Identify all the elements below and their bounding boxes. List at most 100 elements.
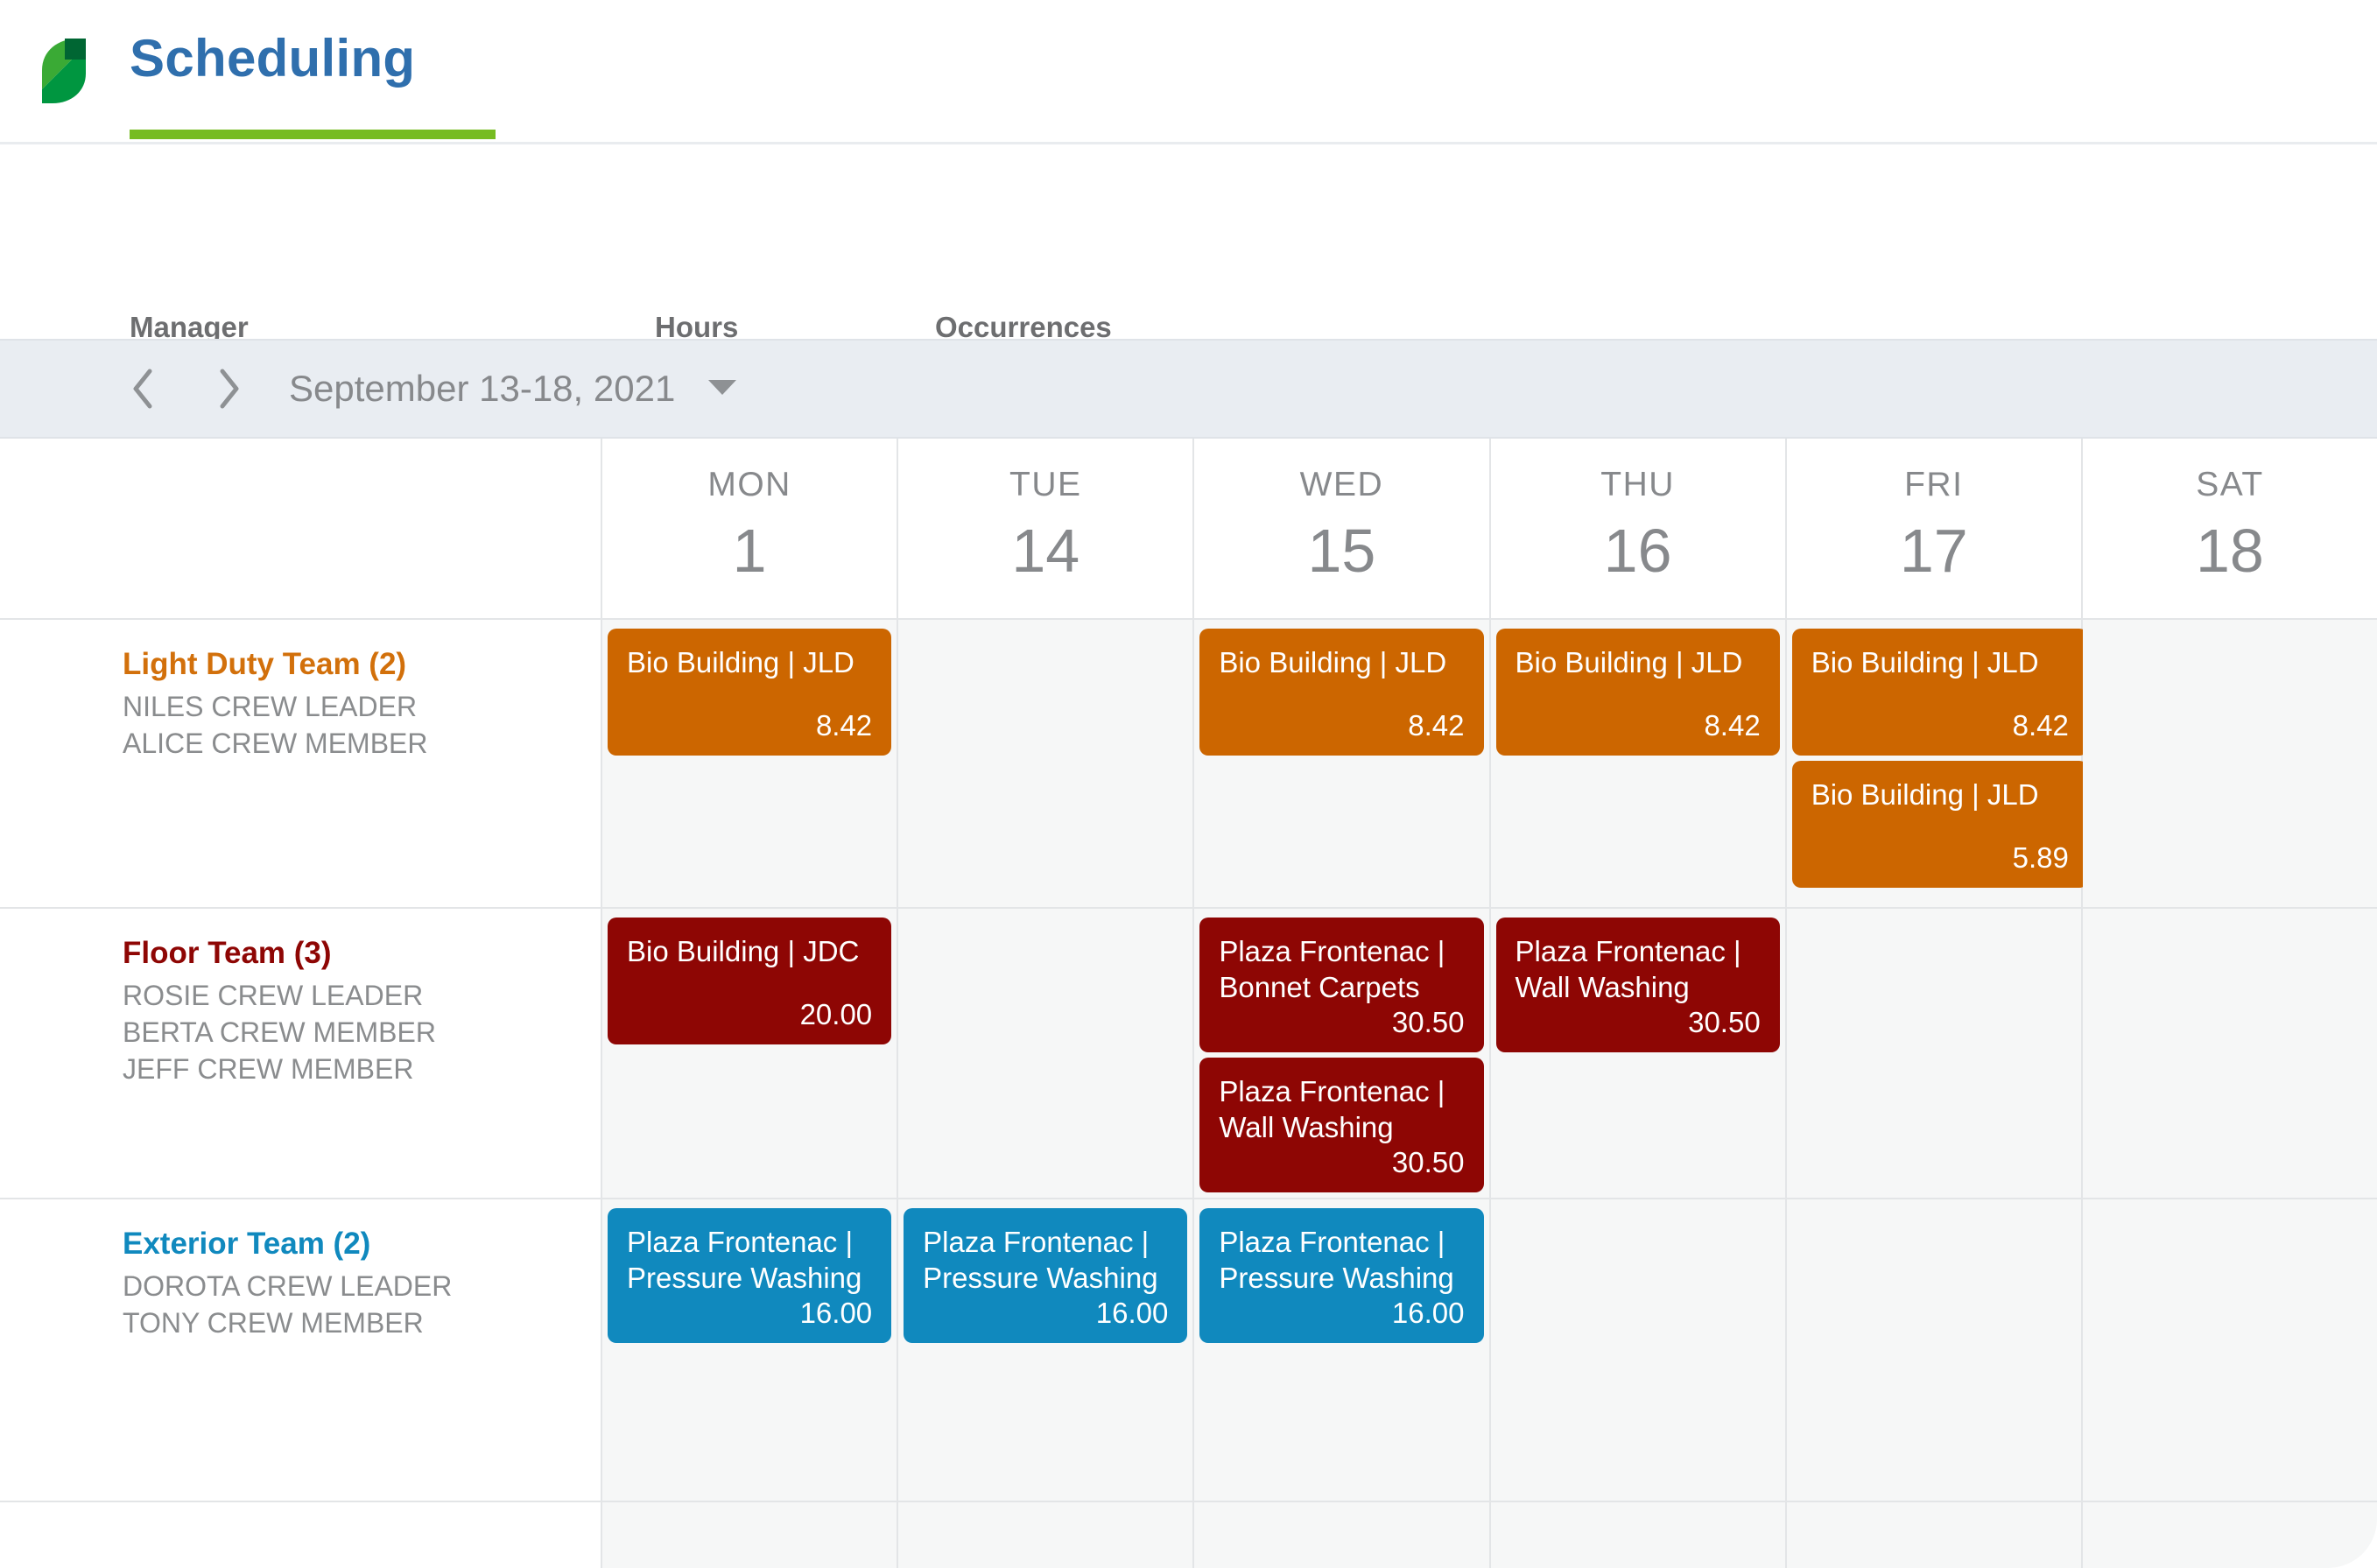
schedule-cell[interactable] bbox=[2082, 1199, 2377, 1501]
day-of-month: 1 bbox=[732, 517, 767, 585]
day-of-week: TUE bbox=[1009, 466, 1082, 503]
empty-team-cell bbox=[0, 1502, 602, 1568]
schedule-cell[interactable]: Plaza Frontenac | Pressure Washing 16.00 bbox=[898, 1199, 1195, 1501]
team-member: DOROTA CREW LEADER bbox=[123, 1270, 453, 1302]
schedule-cell[interactable]: Bio Building | JDC 20.00 bbox=[602, 909, 899, 1198]
schedule-event-card[interactable]: Plaza Frontenac | Pressure Washing 16.00 bbox=[608, 1208, 892, 1343]
schedule-cell[interactable] bbox=[898, 909, 1195, 1198]
schedule-event-card[interactable]: Bio Building | JLD 5.89 bbox=[1791, 761, 2088, 888]
day-header-thu: THU 16 bbox=[1490, 439, 1787, 618]
schedule-event-card[interactable]: Bio Building | JLD 8.42 bbox=[1199, 629, 1484, 756]
team-name[interactable]: Light Duty Team (2) bbox=[123, 644, 601, 685]
empty-day-cell[interactable] bbox=[1786, 1502, 2083, 1568]
event-hours: 20.00 bbox=[799, 998, 873, 1030]
event-title: Bio Building | JDC bbox=[627, 935, 860, 967]
event-title: Bio Building | JLD bbox=[1515, 646, 1743, 679]
event-title: Bio Building | JLD bbox=[1219, 646, 1447, 679]
team-info-cell: Floor Team (3) ROSIE CREW LEADER BERTA CRE… bbox=[0, 909, 602, 1198]
empty-day-cell[interactable] bbox=[602, 1502, 899, 1568]
day-of-week: FRI bbox=[1904, 466, 1964, 503]
team-name[interactable]: Exterior Team (2) bbox=[123, 1224, 601, 1264]
event-title: Plaza Frontenac | Wall Washing bbox=[1515, 935, 1741, 1003]
app-title-text: Scheduling bbox=[130, 29, 416, 88]
schedule-grid: MON 1 TUE 14 WED 15 THU 16 FRI 17 SAT 18 bbox=[0, 439, 2377, 1568]
event-hours: 8.42 bbox=[1408, 709, 1465, 742]
empty-day-cell[interactable] bbox=[2082, 1502, 2377, 1568]
schedule-cell[interactable]: Plaza Frontenac | Wall Washing 30.50 bbox=[1490, 909, 1787, 1198]
team-member: TONY CREW MEMBER bbox=[123, 1307, 424, 1339]
day-of-month: 16 bbox=[1603, 517, 1672, 585]
event-title: Plaza Frontenac | Pressure Washing bbox=[1219, 1226, 1454, 1294]
app-header: Scheduling bbox=[0, 0, 2377, 144]
event-hours: 30.50 bbox=[1391, 1146, 1465, 1178]
schedule-cell[interactable]: Bio Building | JLD 8.42 bbox=[1194, 620, 1491, 907]
day-of-week: THU bbox=[1600, 466, 1675, 503]
schedule-event-card[interactable]: Plaza Frontenac | Pressure Washing 16.00 bbox=[1199, 1208, 1484, 1343]
event-title: Bio Building | JLD bbox=[1811, 778, 2039, 811]
grid-corner-cell bbox=[0, 439, 602, 618]
event-hours: 30.50 bbox=[1688, 1006, 1761, 1038]
event-hours: 8.42 bbox=[815, 709, 873, 742]
empty-trailing-row bbox=[0, 1502, 2377, 1568]
event-title: Plaza Frontenac | Pressure Washing bbox=[923, 1226, 1158, 1294]
schedule-cell[interactable]: Bio Building | JLD 8.42 bbox=[1490, 620, 1787, 907]
schedule-cell[interactable] bbox=[1786, 1199, 2083, 1501]
event-title: Bio Building | JLD bbox=[1811, 646, 2039, 679]
date-range-label[interactable]: September 13-18, 2021 bbox=[289, 368, 675, 410]
schedule-cell[interactable]: Plaza Frontenac | Pressure Washing 16.00 bbox=[602, 1199, 899, 1501]
triangle-down-icon[interactable] bbox=[707, 377, 738, 401]
active-tab-underline bbox=[130, 130, 496, 139]
event-hours: 8.42 bbox=[1704, 709, 1761, 742]
event-hours: 5.89 bbox=[2012, 841, 2069, 874]
chevron-right-icon[interactable] bbox=[203, 363, 254, 414]
event-title: Bio Building | JLD bbox=[627, 646, 854, 679]
day-header-row: MON 1 TUE 14 WED 15 THU 16 FRI 17 SAT 18 bbox=[0, 439, 2377, 620]
empty-day-cell[interactable] bbox=[898, 1502, 1195, 1568]
schedule-event-card[interactable]: Bio Building | JLD 8.42 bbox=[1495, 629, 1780, 756]
day-header-wed: WED 15 bbox=[1194, 439, 1491, 618]
event-hours: 16.00 bbox=[1095, 1297, 1169, 1329]
day-header-tue: TUE 14 bbox=[898, 439, 1195, 618]
day-of-month: 15 bbox=[1307, 517, 1376, 585]
schedule-cell[interactable]: Plaza Frontenac | Bonnet Carpets 30.50 Pla… bbox=[1194, 909, 1491, 1198]
schedule-cell[interactable] bbox=[2082, 620, 2377, 907]
schedule-event-card[interactable]: Plaza Frontenac | Wall Washing 30.50 bbox=[1495, 918, 1780, 1052]
event-hours: 16.00 bbox=[799, 1297, 873, 1329]
day-header-fri: FRI 17 bbox=[1786, 439, 2083, 618]
schedule-cell[interactable]: Bio Building | JLD 8.42 bbox=[602, 620, 899, 907]
event-hours: 30.50 bbox=[1391, 1006, 1465, 1038]
schedule-cell[interactable] bbox=[2082, 909, 2377, 1198]
page-title: Scheduling bbox=[130, 26, 415, 91]
day-of-week: MON bbox=[707, 466, 791, 503]
chevron-left-icon[interactable] bbox=[117, 363, 168, 414]
schedule-event-card[interactable]: Bio Building | JDC 20.00 bbox=[608, 918, 892, 1044]
scheduling-window: Scheduling Manager Jane Ops Manager Hour… bbox=[0, 0, 2377, 1568]
schedule-event-card[interactable]: Bio Building | JLD 8.42 bbox=[1791, 629, 2088, 756]
team-name[interactable]: Floor Team (3) bbox=[123, 933, 601, 974]
schedule-cell[interactable] bbox=[898, 620, 1195, 907]
team-member: JEFF CREW MEMBER bbox=[123, 1053, 414, 1085]
schedule-cell[interactable] bbox=[1490, 1199, 1787, 1501]
event-hours: 8.42 bbox=[2012, 709, 2069, 742]
schedule-event-card[interactable]: Plaza Frontenac | Wall Washing 30.50 bbox=[1199, 1058, 1484, 1192]
day-of-week: WED bbox=[1299, 466, 1384, 503]
schedule-cell[interactable]: Bio Building | JLD 8.42 Bio Building | JLD… bbox=[1786, 620, 2088, 907]
event-title: Plaza Frontenac | Wall Washing bbox=[1219, 1075, 1445, 1143]
day-of-month: 14 bbox=[1011, 517, 1080, 585]
event-title: Plaza Frontenac | Bonnet Carpets bbox=[1219, 935, 1445, 1003]
schedule-event-card[interactable]: Bio Building | JLD 8.42 bbox=[608, 629, 892, 756]
schedule-cell[interactable] bbox=[1786, 909, 2083, 1198]
team-row: Floor Team (3) ROSIE CREW LEADER BERTA CRE… bbox=[0, 909, 2377, 1199]
empty-day-cell[interactable] bbox=[1194, 1502, 1491, 1568]
empty-day-cell[interactable] bbox=[1490, 1502, 1787, 1568]
team-member: NILES CREW LEADER bbox=[123, 691, 418, 722]
schedule-cell[interactable]: Plaza Frontenac | Pressure Washing 16.00 bbox=[1194, 1199, 1491, 1501]
filter-bar: Manager Jane Ops Manager Hours Man Occur… bbox=[0, 144, 2377, 433]
event-title: Plaza Frontenac | Pressure Washing bbox=[627, 1226, 862, 1294]
team-member: BERTA CREW MEMBER bbox=[123, 1016, 436, 1048]
team-info-cell: Exterior Team (2) DOROTA CREW LEADER TONY … bbox=[0, 1199, 602, 1501]
schedule-event-card[interactable]: Plaza Frontenac | Pressure Washing 16.00 bbox=[904, 1208, 1188, 1343]
team-row: Exterior Team (2) DOROTA CREW LEADER TONY … bbox=[0, 1199, 2377, 1502]
date-navigation-bar: September 13-18, 2021 bbox=[0, 339, 2377, 439]
schedule-event-card[interactable]: Plaza Frontenac | Bonnet Carpets 30.50 bbox=[1199, 918, 1484, 1052]
